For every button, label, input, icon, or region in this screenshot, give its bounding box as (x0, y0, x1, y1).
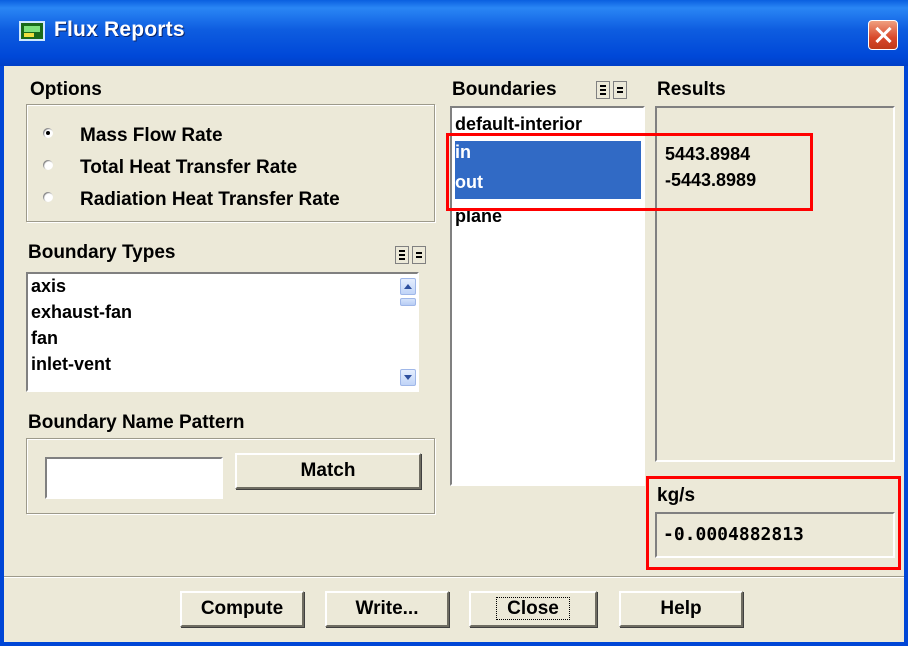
list-item[interactable]: default-interior (455, 114, 582, 135)
radio-unselected-icon (43, 192, 53, 202)
close-window-icon[interactable] (868, 20, 898, 50)
select-all-icon[interactable] (596, 81, 610, 99)
radio-label: Radiation Heat Transfer Rate (80, 189, 340, 210)
app-icon (19, 21, 45, 41)
separator (4, 576, 904, 578)
title-bar[interactable]: Flux Reports (0, 0, 908, 66)
deselect-all-icon[interactable] (613, 81, 627, 99)
flux-reports-dialog: Flux Reports Options Mass Flow Rate Tota… (0, 0, 908, 646)
select-all-icon[interactable] (395, 246, 409, 264)
window-frame-bottom (0, 642, 908, 646)
boundary-name-pattern-label: Boundary Name Pattern (28, 412, 245, 433)
boundary-types-label: Boundary Types (28, 242, 176, 263)
list-item[interactable]: axis (31, 276, 66, 297)
boundaries-label: Boundaries (452, 79, 557, 100)
close-button-label: Close (496, 597, 570, 620)
scroll-down-icon[interactable] (400, 369, 416, 386)
radio-selected-icon (43, 128, 53, 138)
write-button[interactable]: Write... (325, 591, 449, 627)
pattern-group: Match (26, 438, 435, 514)
match-button[interactable]: Match (235, 453, 421, 489)
list-item[interactable]: inlet-vent (31, 354, 111, 375)
window-title: Flux Reports (54, 18, 185, 41)
results-label: Results (657, 79, 726, 100)
list-item[interactable]: fan (31, 328, 58, 349)
options-group: Mass Flow Rate Total Heat Transfer Rate … (26, 104, 435, 222)
window-frame-left (0, 66, 4, 646)
radio-label: Total Heat Transfer Rate (80, 157, 298, 178)
boundary-types-list[interactable]: axis exhaust-fan fan inlet-vent (26, 272, 419, 392)
annotation-box (446, 133, 813, 211)
close-button[interactable]: Close (469, 591, 597, 627)
options-label: Options (30, 79, 102, 100)
scroll-up-icon[interactable] (400, 278, 416, 295)
help-button[interactable]: Help (619, 591, 743, 627)
radio-unselected-icon (43, 160, 53, 170)
compute-button[interactable]: Compute (180, 591, 304, 627)
deselect-all-icon[interactable] (412, 246, 426, 264)
annotation-box (646, 476, 901, 570)
radio-label: Mass Flow Rate (80, 125, 223, 146)
list-item[interactable]: exhaust-fan (31, 302, 132, 323)
scrollbar-thumb[interactable] (400, 298, 416, 306)
window-frame-right (904, 66, 908, 646)
boundary-name-pattern-input[interactable] (45, 457, 223, 499)
